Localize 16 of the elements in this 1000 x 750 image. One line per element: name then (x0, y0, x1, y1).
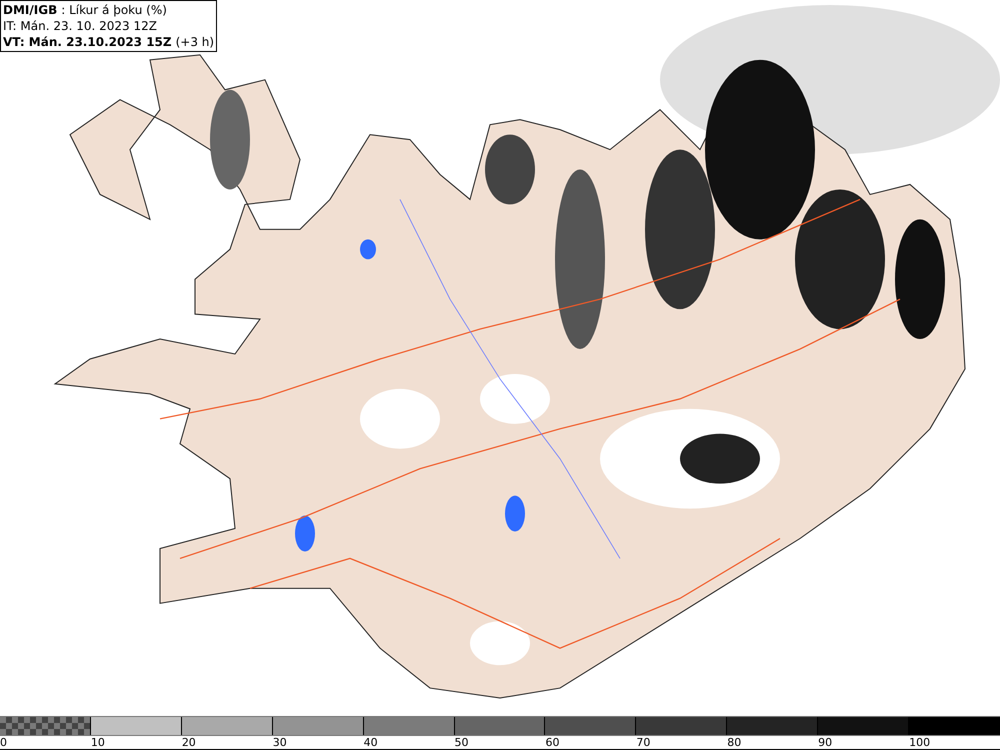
legend-label: 20 (182, 736, 197, 749)
legend-label: 40 (364, 736, 379, 749)
issue-time: IT: Mán. 23. 10. 2023 12Z (3, 18, 158, 34)
legend-label: 80 (727, 736, 742, 749)
legend-label: 90 (818, 736, 834, 749)
map-title: : Líkur á þoku (%) (61, 2, 167, 18)
legend-label: 0 (0, 736, 8, 749)
valid-time: VT: Mán. 23.10.2023 15Z (3, 34, 172, 50)
legend-label: 70 (636, 736, 652, 749)
legend-label: 100 (909, 736, 932, 749)
source-label: DMI/IGB (3, 2, 58, 18)
forecast-offset: (+3 h) (176, 34, 214, 50)
legend-label: 60 (545, 736, 560, 749)
legend-label: 30 (272, 736, 288, 749)
legend-label: 10 (90, 736, 106, 749)
legend-label: 50 (454, 736, 470, 749)
